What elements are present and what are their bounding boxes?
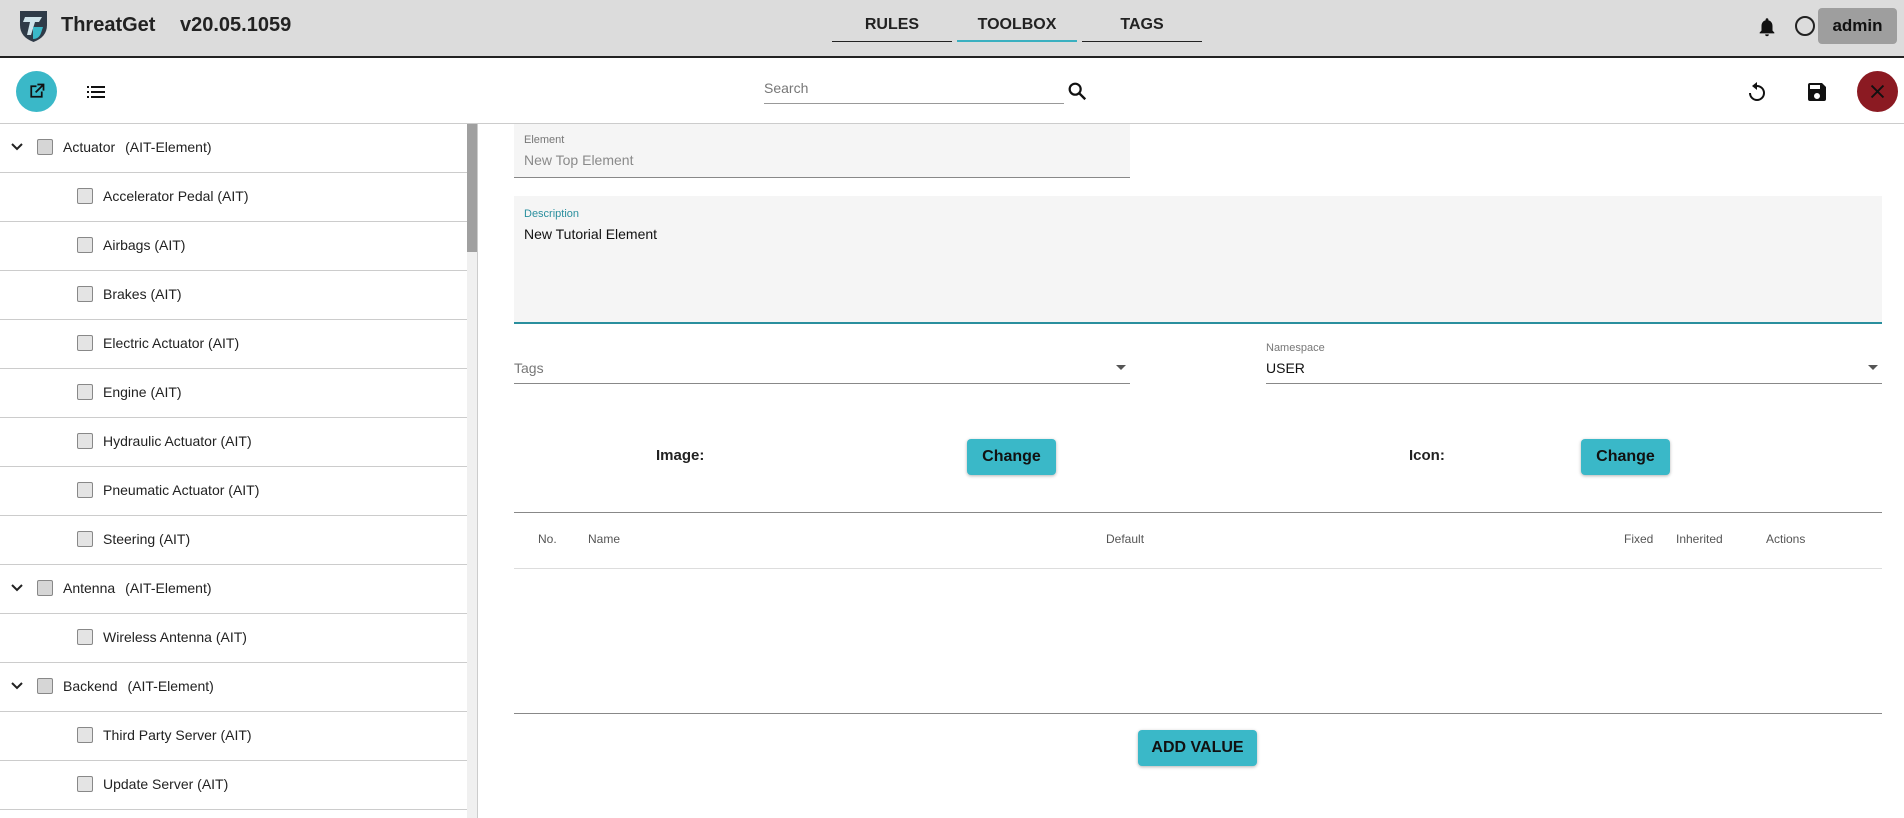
tree-type: (AIT-Element)	[125, 139, 212, 155]
tree-item-third-party-server[interactable]: Third Party Server (AIT)	[0, 712, 467, 761]
close-icon	[1870, 84, 1885, 99]
element-field-label: Element	[524, 134, 565, 146]
brakes-icon	[77, 286, 93, 302]
status-circle-icon[interactable]	[1795, 16, 1815, 36]
tree-label: Third Party Server (AIT)	[103, 727, 252, 743]
tab-tags[interactable]: TAGS	[1082, 16, 1202, 42]
dropdown-arrow-icon	[1116, 365, 1126, 370]
tree-category-backend[interactable]: Backend (AIT-Element)	[0, 663, 467, 712]
backend-icon	[37, 678, 53, 694]
open-in-new-icon	[30, 83, 45, 98]
tree-item-electric-actuator[interactable]: Electric Actuator (AIT)	[0, 320, 467, 369]
top-bar: ThreatGet v20.05.1059 RULES TOOLBOX TAGS…	[0, 0, 1904, 58]
save-icon[interactable]	[1805, 80, 1829, 104]
tree-label: Electric Actuator (AIT)	[103, 335, 240, 351]
tree-label: Wireless Antenna (AIT)	[103, 629, 247, 645]
tree-item-pneumatic-actuator[interactable]: Pneumatic Actuator (AIT)	[0, 467, 467, 516]
antenna-icon	[37, 580, 53, 596]
column-header-default: Default	[1106, 532, 1145, 546]
tree-label: Backend	[63, 678, 118, 694]
tree-item-wireless-antenna[interactable]: Wireless Antenna (AIT)	[0, 614, 467, 663]
image-label: Image:	[656, 447, 705, 464]
pneumatic-actuator-icon	[77, 482, 93, 498]
search-icon[interactable]	[1066, 80, 1088, 102]
threatget-logo[interactable]	[17, 9, 50, 43]
add-value-button[interactable]: ADD VALUE	[1138, 730, 1257, 766]
tree-label: Actuator	[63, 139, 116, 155]
namespace-value: USER	[1266, 360, 1305, 376]
tree-type: (AIT-Element)	[125, 580, 212, 596]
tags-placeholder: Tags	[514, 360, 544, 376]
tree-item-update-server[interactable]: Update Server (AIT)	[0, 761, 467, 810]
bell-icon[interactable]	[1756, 16, 1778, 38]
tree-label: Accelerator Pedal (AIT)	[103, 188, 249, 204]
element-field-value: New Top Element	[524, 152, 634, 168]
element-name-field[interactable]: Element New Top Element	[514, 124, 1130, 178]
open-button[interactable]	[16, 71, 57, 112]
tree-item-accelerator-pedal[interactable]: Accelerator Pedal (AIT)	[0, 173, 467, 222]
element-tree: Actuator (AIT-Element) Accelerator Pedal …	[0, 124, 478, 818]
table-header-divider	[514, 568, 1882, 569]
tree-item-brakes[interactable]: Brakes (AIT)	[0, 271, 467, 320]
search-input[interactable]	[764, 76, 1054, 100]
wireless-antenna-icon	[77, 629, 93, 645]
dropdown-arrow-icon	[1868, 365, 1878, 370]
tree-label: Engine (AIT)	[103, 384, 182, 400]
tab-rules[interactable]: RULES	[832, 16, 952, 42]
actuator-icon	[37, 139, 53, 155]
tree-label: Hydraulic Actuator (AIT)	[103, 433, 252, 449]
close-button[interactable]	[1857, 71, 1898, 112]
undo-icon[interactable]	[1745, 80, 1769, 104]
tree-item-steering[interactable]: Steering (AIT)	[0, 516, 467, 565]
column-header-name: Name	[588, 532, 621, 546]
chevron-down-icon[interactable]	[10, 581, 24, 595]
change-icon-button[interactable]: Change	[1581, 439, 1670, 475]
tree-category-antenna[interactable]: Antenna (AIT-Element)	[0, 565, 467, 614]
column-header-fixed: Fixed	[1624, 532, 1654, 546]
tree-label: Pneumatic Actuator (AIT)	[103, 482, 260, 498]
airbags-icon	[77, 237, 93, 253]
change-image-button[interactable]: Change	[967, 439, 1056, 475]
accelerator-pedal-icon	[77, 188, 93, 204]
server-icon	[77, 727, 93, 743]
user-menu-button[interactable]: admin	[1818, 8, 1897, 44]
table-divider	[514, 713, 1882, 714]
app-name: ThreatGet	[61, 14, 156, 36]
update-server-icon	[77, 776, 93, 792]
icon-label: Icon:	[1409, 447, 1445, 464]
tree-item-airbags[interactable]: Airbags (AIT)	[0, 222, 467, 271]
toolbar	[0, 60, 1904, 124]
tree-item-hydraulic-actuator[interactable]: Hydraulic Actuator (AIT)	[0, 418, 467, 467]
tree-label: Steering (AIT)	[103, 531, 191, 547]
engine-icon	[77, 384, 93, 400]
sidebar-scrollbar-thumb[interactable]	[467, 124, 477, 252]
namespace-select[interactable]: Namespace USER	[1266, 342, 1882, 384]
electric-actuator-icon	[77, 335, 93, 351]
steering-icon	[77, 531, 93, 547]
tree-label: Airbags (AIT)	[103, 237, 186, 253]
column-header-no: No.	[538, 532, 557, 546]
description-text: New Tutorial Element	[524, 226, 658, 242]
chevron-down-icon[interactable]	[10, 679, 24, 693]
table-divider	[514, 512, 1882, 513]
column-header-actions: Actions	[1766, 532, 1806, 546]
tree-label: Brakes (AIT)	[103, 286, 182, 302]
tab-toolbox[interactable]: TOOLBOX	[957, 16, 1077, 42]
column-header-inherited: Inherited	[1676, 532, 1723, 546]
list-icon[interactable]	[86, 82, 106, 102]
namespace-label: Namespace	[1266, 342, 1325, 354]
tree-type: (AIT-Element)	[127, 678, 214, 694]
tree-label: Update Server (AIT)	[103, 776, 229, 792]
description-field-label: Description	[524, 208, 580, 220]
hydraulic-actuator-icon	[77, 433, 93, 449]
app-version: v20.05.1059	[180, 14, 292, 36]
tree-category-actuator[interactable]: Actuator (AIT-Element)	[0, 124, 467, 173]
chevron-down-icon[interactable]	[10, 140, 24, 154]
description-field[interactable]: Description New Tutorial Element	[514, 196, 1882, 324]
search-field	[764, 74, 1064, 104]
tree-label: Antenna	[63, 580, 116, 596]
tags-select[interactable]: Tags	[514, 354, 1130, 384]
tree-item-engine[interactable]: Engine (AIT)	[0, 369, 467, 418]
